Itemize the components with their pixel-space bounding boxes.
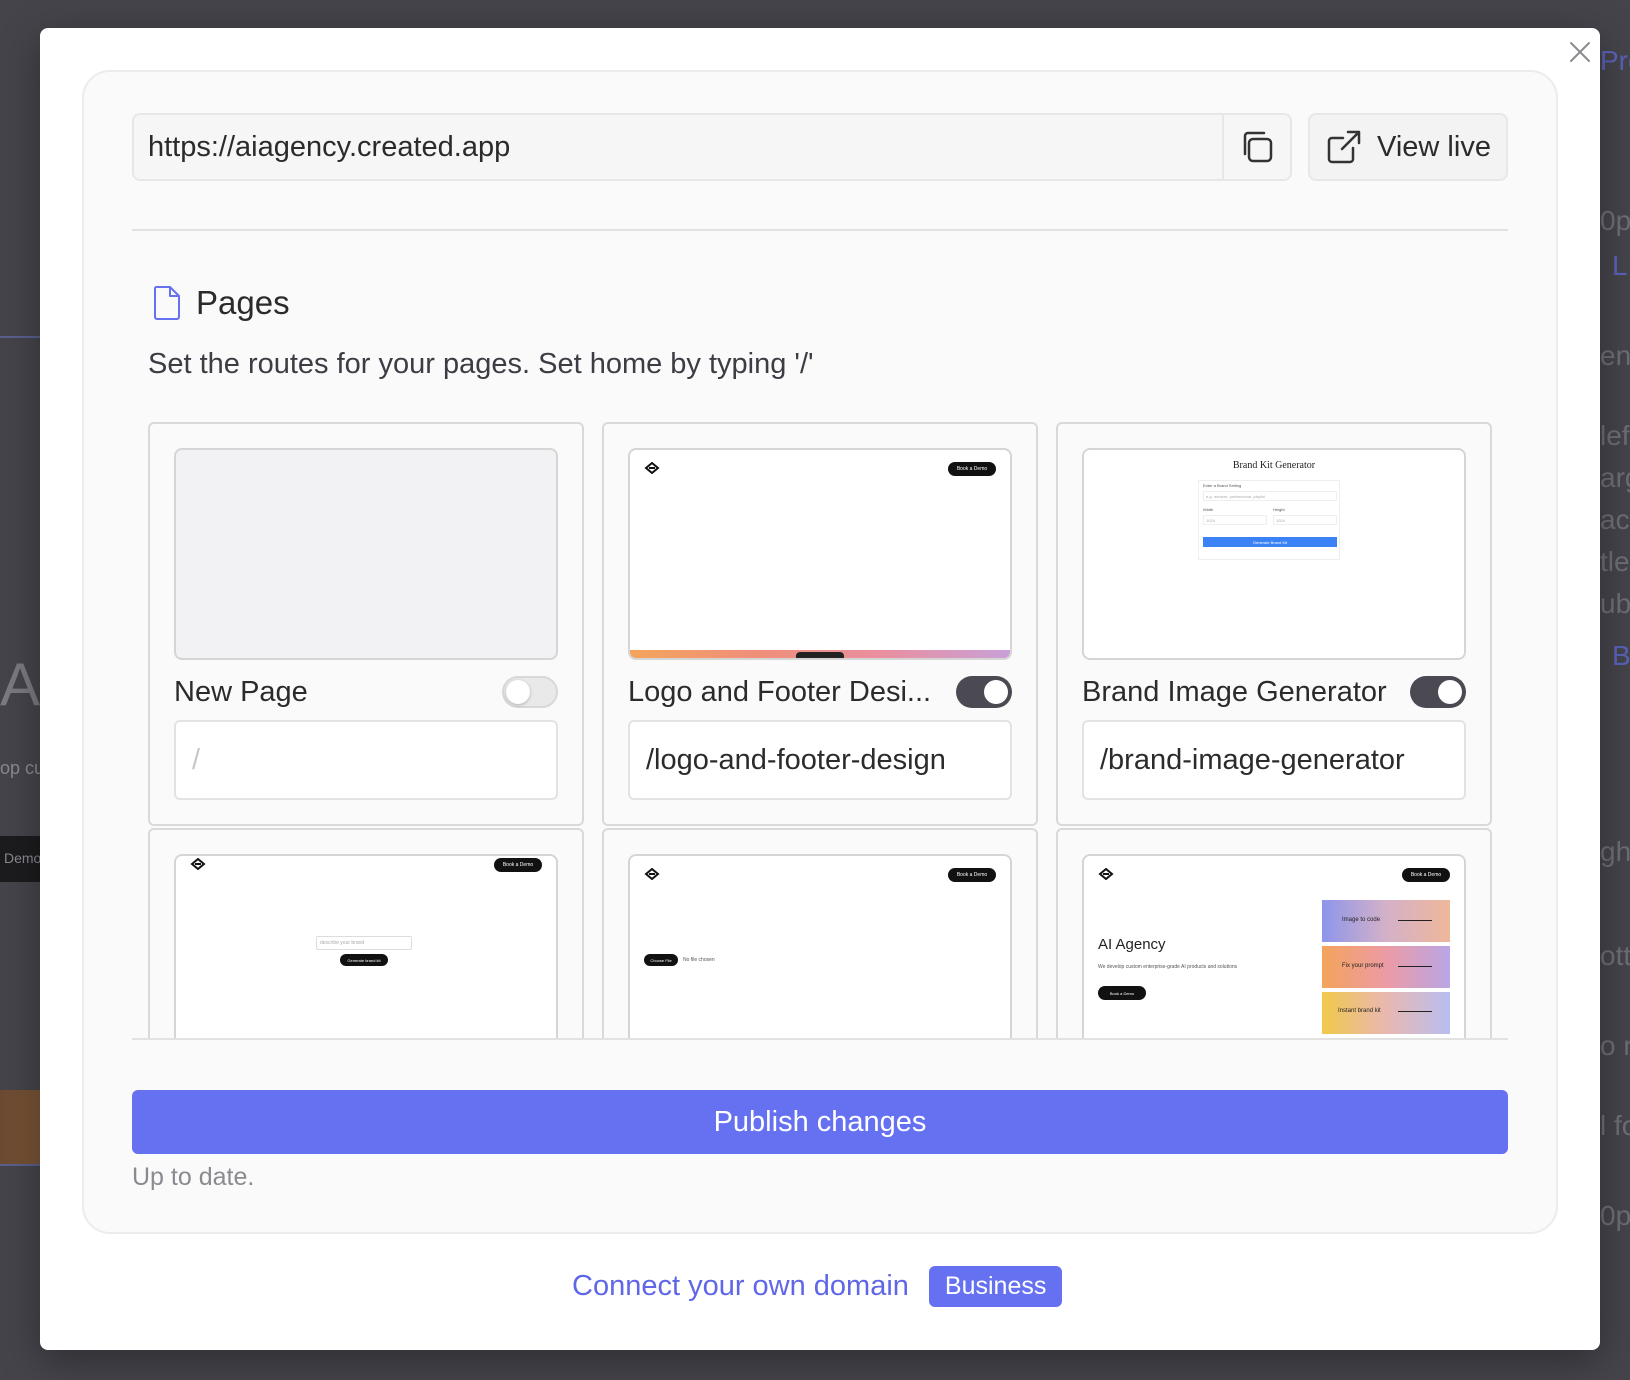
bg-button: Demo bbox=[0, 836, 40, 882]
logo-icon bbox=[644, 462, 660, 474]
bg-text: 0px bbox=[1600, 205, 1630, 236]
describe-input: describe your brand bbox=[316, 936, 412, 950]
bg-text: ubt bbox=[1600, 588, 1630, 619]
page-toggle[interactable] bbox=[502, 676, 558, 708]
bg-text: left: bbox=[1600, 420, 1630, 451]
url-field: https://aiagency.created.app bbox=[132, 113, 1292, 181]
bg-text: o n bbox=[1600, 1030, 1630, 1061]
external-link-icon bbox=[1327, 130, 1361, 164]
page-title: New Page bbox=[174, 676, 308, 708]
bg-text: 0px bbox=[1600, 1200, 1630, 1231]
bg-text: ac bbox=[1600, 504, 1630, 535]
page-card: New Page / bbox=[148, 422, 584, 826]
bg-text: op cu bbox=[0, 758, 40, 778]
bg-text: ent bbox=[1600, 340, 1630, 371]
page-thumbnail[interactable]: Brand Kit Generator Enter a Brand Settin… bbox=[1082, 448, 1466, 660]
page-thumbnail[interactable]: Book a Demo AI Agency We develop custom … bbox=[1082, 854, 1466, 1038]
publish-status: Up to date. bbox=[132, 1163, 255, 1191]
publish-button[interactable]: Publish changes bbox=[132, 1090, 1508, 1154]
logo-icon bbox=[644, 868, 660, 880]
route-input[interactable]: / bbox=[174, 720, 558, 800]
bg-text: gh bbox=[1600, 836, 1630, 867]
bg-text: otte bbox=[1600, 940, 1630, 971]
bg-text: l fo bbox=[1600, 1110, 1630, 1141]
pages-subtitle: Set the routes for your pages. Set home … bbox=[148, 348, 814, 380]
book-demo-pill: Book a Demo bbox=[948, 868, 996, 882]
bg-text: B bbox=[1612, 640, 1630, 671]
page-title: Brand Image Generator bbox=[1082, 676, 1387, 708]
bg-text: L bbox=[1612, 250, 1628, 281]
tile: Image to code bbox=[1322, 900, 1450, 942]
brand-form: Enter a Brand Setting e.g. modern, profe… bbox=[1198, 480, 1340, 560]
generate-button: Generate brand kit bbox=[340, 954, 388, 966]
copy-icon bbox=[1243, 131, 1273, 163]
route-input[interactable]: /brand-image-generator bbox=[1082, 720, 1466, 800]
logo-icon bbox=[1098, 868, 1114, 880]
business-badge: Business bbox=[928, 1266, 1063, 1307]
domain-row: Connect your own domain Business bbox=[572, 1266, 1063, 1307]
bg-divider bbox=[0, 1164, 40, 1166]
page-thumbnail[interactable] bbox=[174, 448, 558, 660]
page-card: Book a Demo Choose File No file chosen bbox=[602, 828, 1038, 1038]
choose-file-button: Choose File bbox=[644, 954, 678, 966]
page-card: Book a Demo describe your brand Generate… bbox=[148, 828, 584, 1038]
url-text[interactable]: https://aiagency.created.app bbox=[134, 131, 1222, 164]
page-thumbnail[interactable]: Book a Demo bbox=[628, 448, 1012, 660]
footer-pill bbox=[796, 652, 844, 658]
pages-title: Pages bbox=[196, 284, 290, 321]
bg-text: arg bbox=[1600, 462, 1630, 493]
file-icon bbox=[153, 286, 180, 320]
bg-text: tle bbox=[1600, 546, 1630, 577]
close-icon bbox=[1570, 42, 1590, 62]
page-thumbnail[interactable]: Book a Demo describe your brand Generate… bbox=[174, 854, 558, 1038]
pages-grid: New Page / Book a Demo Logo and Footer D… bbox=[132, 420, 1508, 1040]
bg-text: Pro bbox=[1600, 45, 1630, 76]
view-live-button[interactable]: View live bbox=[1308, 113, 1508, 181]
page-toggle[interactable] bbox=[956, 676, 1012, 708]
page-card: Brand Kit Generator Enter a Brand Settin… bbox=[1056, 422, 1492, 826]
pages-header: Pages bbox=[152, 284, 290, 322]
page-card: Book a Demo Logo and Footer Desi... /log… bbox=[602, 422, 1038, 826]
tile: Instant brand kit bbox=[1322, 992, 1450, 1034]
close-button[interactable] bbox=[1565, 37, 1595, 67]
view-live-label: View live bbox=[1377, 130, 1491, 163]
page-thumbnail[interactable]: Book a Demo Choose File No file chosen bbox=[628, 854, 1012, 1038]
route-input[interactable]: /logo-and-footer-design bbox=[628, 720, 1012, 800]
copy-url-button[interactable] bbox=[1222, 115, 1290, 179]
bg-heading: Ag bbox=[0, 651, 40, 718]
page-toggle[interactable] bbox=[1410, 676, 1466, 708]
divider bbox=[132, 229, 1508, 231]
page-title: Logo and Footer Desi... bbox=[628, 676, 932, 708]
book-demo-pill: Book a Demo bbox=[1402, 868, 1450, 882]
bg-divider bbox=[0, 336, 40, 338]
bg-image bbox=[0, 1090, 40, 1164]
book-demo-pill: Book a Demo bbox=[948, 462, 996, 476]
book-demo-pill: Book a Demo bbox=[494, 858, 542, 872]
connect-domain-link[interactable]: Connect your own domain bbox=[572, 1270, 909, 1303]
tile: Fix your prompt bbox=[1322, 946, 1450, 988]
page-card: Book a Demo AI Agency We develop custom … bbox=[1056, 828, 1492, 1038]
logo-icon bbox=[190, 858, 206, 870]
